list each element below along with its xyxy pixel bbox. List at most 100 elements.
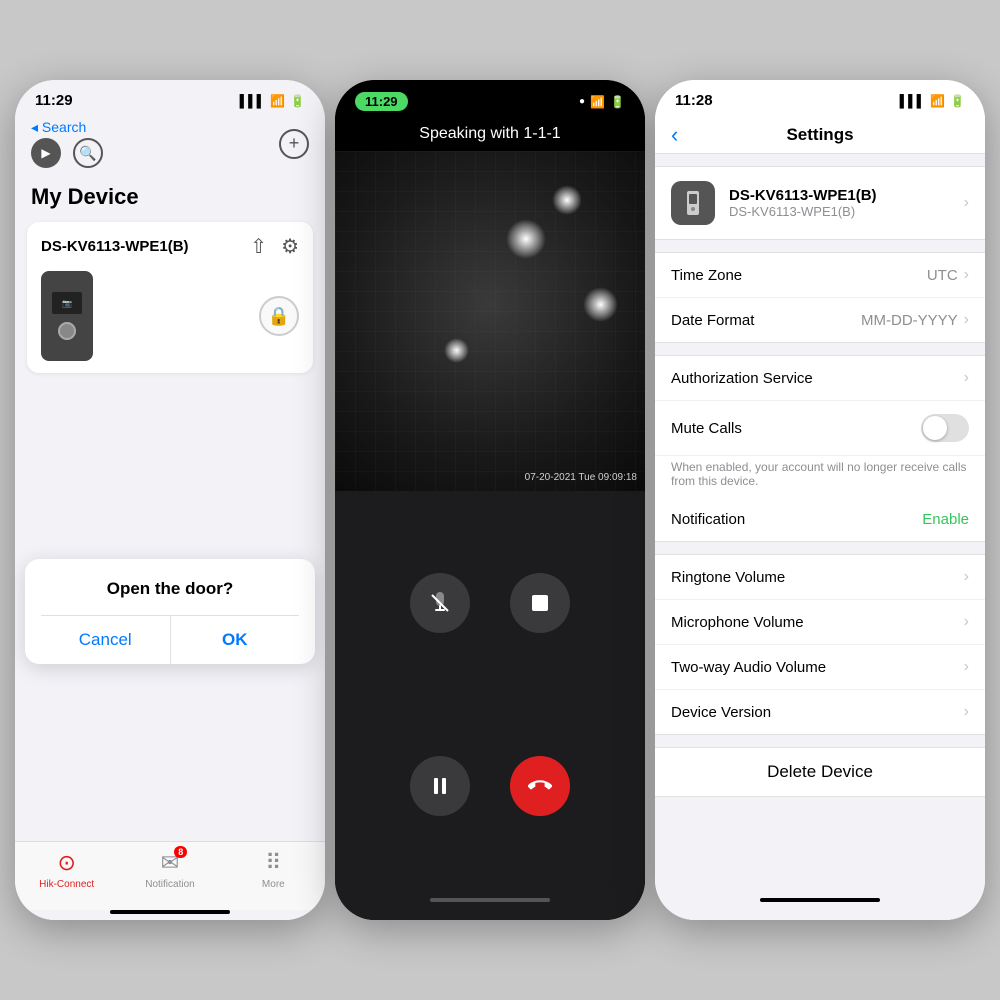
cancel-button[interactable]: Cancel: [41, 616, 170, 664]
mute-mic-button[interactable]: [410, 573, 470, 633]
device-version-chevron: ›: [964, 703, 969, 721]
tab-notification[interactable]: ✉ 8 Notification: [118, 850, 221, 890]
back-search[interactable]: ◂ Search: [31, 119, 103, 136]
device-info-text: DS-KV6113-WPE1(B) DS-KV6113-WPE1(B): [729, 187, 964, 219]
ringtone-volume-row[interactable]: Ringtone Volume ›: [655, 555, 985, 600]
end-call-button[interactable]: [510, 756, 570, 816]
middle-status-bar: 11:29 ● 📶 🔋: [335, 80, 645, 117]
middle-home-indicator: [430, 898, 550, 902]
notification-row[interactable]: Notification Enable: [655, 498, 985, 541]
device-icon-svg: [679, 189, 707, 217]
call-header: Speaking with 1-1-1: [335, 117, 645, 151]
two-way-audio-row[interactable]: Two-way Audio Volume ›: [655, 645, 985, 690]
middle-home-area: [335, 898, 645, 920]
right-phone: 11:28 ▌▌▌ 📶 🔋 ‹ Settings: [655, 80, 985, 920]
signal-icon: ▌▌▌: [240, 94, 266, 108]
device-card: DS-KV6113-WPE1(B) ⇧ ⚙ 📷 🔒: [27, 222, 313, 373]
right-status-icons: ▌▌▌ 📶 🔋: [900, 94, 965, 108]
tab-more[interactable]: ⠿ More: [222, 850, 325, 890]
microphone-volume-row[interactable]: Microphone Volume ›: [655, 600, 985, 645]
device-button: [58, 322, 76, 340]
left-time: 11:29: [35, 92, 73, 109]
settings-title: Settings: [786, 125, 853, 145]
middle-screen-content: Speaking with 1-1-1: [335, 117, 645, 920]
right-status-bar: 11:28 ▌▌▌ 📶 🔋: [655, 80, 985, 115]
bottom-controls-row: [410, 756, 570, 816]
notification-badge-container: ✉ 8: [161, 850, 179, 876]
settings-nav: ‹ Settings: [655, 115, 985, 154]
left-screen-content: ◂ Search ▶ 🔍 + My Device DS-KV6113-WPE1(…: [15, 115, 325, 920]
mute-calls-desc: When enabled, your account will no longe…: [655, 456, 985, 498]
date-format-value: MM-DD-YYYY ›: [861, 311, 969, 329]
ringtone-chevron: ›: [964, 568, 969, 586]
top-controls-row: [410, 573, 570, 633]
stop-icon: [530, 593, 550, 613]
date-format-chevron: ›: [964, 311, 969, 329]
play-icon[interactable]: ▶: [31, 138, 61, 168]
auth-service-row[interactable]: Authorization Service ›: [655, 356, 985, 401]
date-format-label: Date Format: [671, 312, 754, 329]
time-zone-value: UTC ›: [927, 266, 969, 284]
tab-hik-connect[interactable]: ⊙ Hik-Connect: [15, 850, 118, 890]
device-version-row[interactable]: Device Version ›: [655, 690, 985, 734]
nav-bar: ◂ Search ▶ 🔍 +: [15, 115, 325, 176]
device-version-label: Device Version: [671, 704, 771, 721]
auth-chevron-icon: ›: [964, 369, 969, 387]
left-status-icons: ▌▌▌ 📶 🔋: [240, 94, 305, 108]
device-screen: 📷: [52, 292, 82, 314]
middle-battery-icon: 🔋: [610, 95, 625, 109]
dialog-buttons: Cancel OK: [41, 615, 299, 664]
middle-signal-icon: ●: [579, 96, 585, 107]
right-home-area: [655, 886, 985, 920]
hold-icon: [428, 774, 452, 798]
battery-icon: 🔋: [290, 94, 305, 108]
right-battery-icon: 🔋: [950, 94, 965, 108]
two-way-chevron: ›: [964, 658, 969, 676]
right-wifi-icon: 📶: [930, 94, 945, 108]
ok-button[interactable]: OK: [170, 616, 300, 664]
call-title: Speaking with 1-1-1: [419, 125, 560, 142]
time-zone-chevron: ›: [964, 266, 969, 284]
add-button[interactable]: +: [279, 129, 309, 159]
settings-section-2: Authorization Service › Mute Calls When …: [655, 355, 985, 542]
right-signal-icon: ▌▌▌: [900, 94, 926, 108]
device-thumbnail[interactable]: 📷: [41, 271, 93, 361]
middle-wifi-icon: 📶: [590, 95, 605, 109]
delete-device-button[interactable]: Delete Device: [655, 748, 985, 796]
stop-button[interactable]: [510, 573, 570, 633]
microphone-volume-label: Microphone Volume: [671, 614, 804, 631]
left-phone: 11:29 ▌▌▌ 📶 🔋 ◂ Search ▶ 🔍 + My Device: [15, 80, 325, 920]
settings-section-1: Time Zone UTC › Date Format MM-DD-YYYY ›: [655, 252, 985, 343]
hik-connect-icon: ⊙: [57, 850, 75, 876]
mute-calls-toggle[interactable]: [921, 414, 969, 442]
hold-button[interactable]: [410, 756, 470, 816]
date-format-row[interactable]: Date Format MM-DD-YYYY ›: [655, 298, 985, 342]
right-screen-content: ‹ Settings DS-KV6113-WPE1(B) DS-KV6113-W…: [655, 115, 985, 920]
time-zone-row[interactable]: Time Zone UTC ›: [655, 253, 985, 298]
hik-connect-label: Hik-Connect: [39, 879, 94, 890]
grid-overlay: [335, 151, 645, 491]
middle-phone: 11:29 ● 📶 🔋 Speaking with 1-1-1: [335, 80, 645, 920]
settings-section-3: Ringtone Volume › Microphone Volume › Tw…: [655, 554, 985, 735]
share-icon[interactable]: ⇧: [250, 234, 267, 259]
call-controls: [335, 491, 645, 898]
nav-bar-left: ◂ Search ▶ 🔍: [31, 119, 103, 168]
my-device-title: My Device: [15, 176, 325, 214]
two-way-audio-label: Two-way Audio Volume: [671, 659, 826, 676]
notification-count: 8: [174, 846, 187, 858]
home-indicator: [110, 910, 230, 914]
device-card-header: DS-KV6113-WPE1(B) ⇧ ⚙: [41, 234, 299, 259]
settings-icon[interactable]: ⚙: [281, 234, 299, 259]
mute-calls-row[interactable]: Mute Calls: [655, 401, 985, 456]
back-button[interactable]: ‹: [671, 122, 678, 148]
search-icon[interactable]: 🔍: [73, 138, 103, 168]
nav-icons-left: ▶ 🔍: [31, 138, 103, 168]
device-info-card[interactable]: DS-KV6113-WPE1(B) DS-KV6113-WPE1(B) ›: [655, 166, 985, 240]
ringtone-volume-label: Ringtone Volume: [671, 569, 785, 586]
more-icon: ⠿: [265, 850, 281, 876]
device-card-icons: ⇧ ⚙: [250, 234, 299, 259]
auth-service-chevron: ›: [964, 369, 969, 387]
notification-label: Notification: [145, 879, 194, 890]
lock-icon[interactable]: 🔒: [259, 296, 299, 336]
timestamp: 07-20-2021 Tue 09:09:18: [525, 472, 637, 483]
